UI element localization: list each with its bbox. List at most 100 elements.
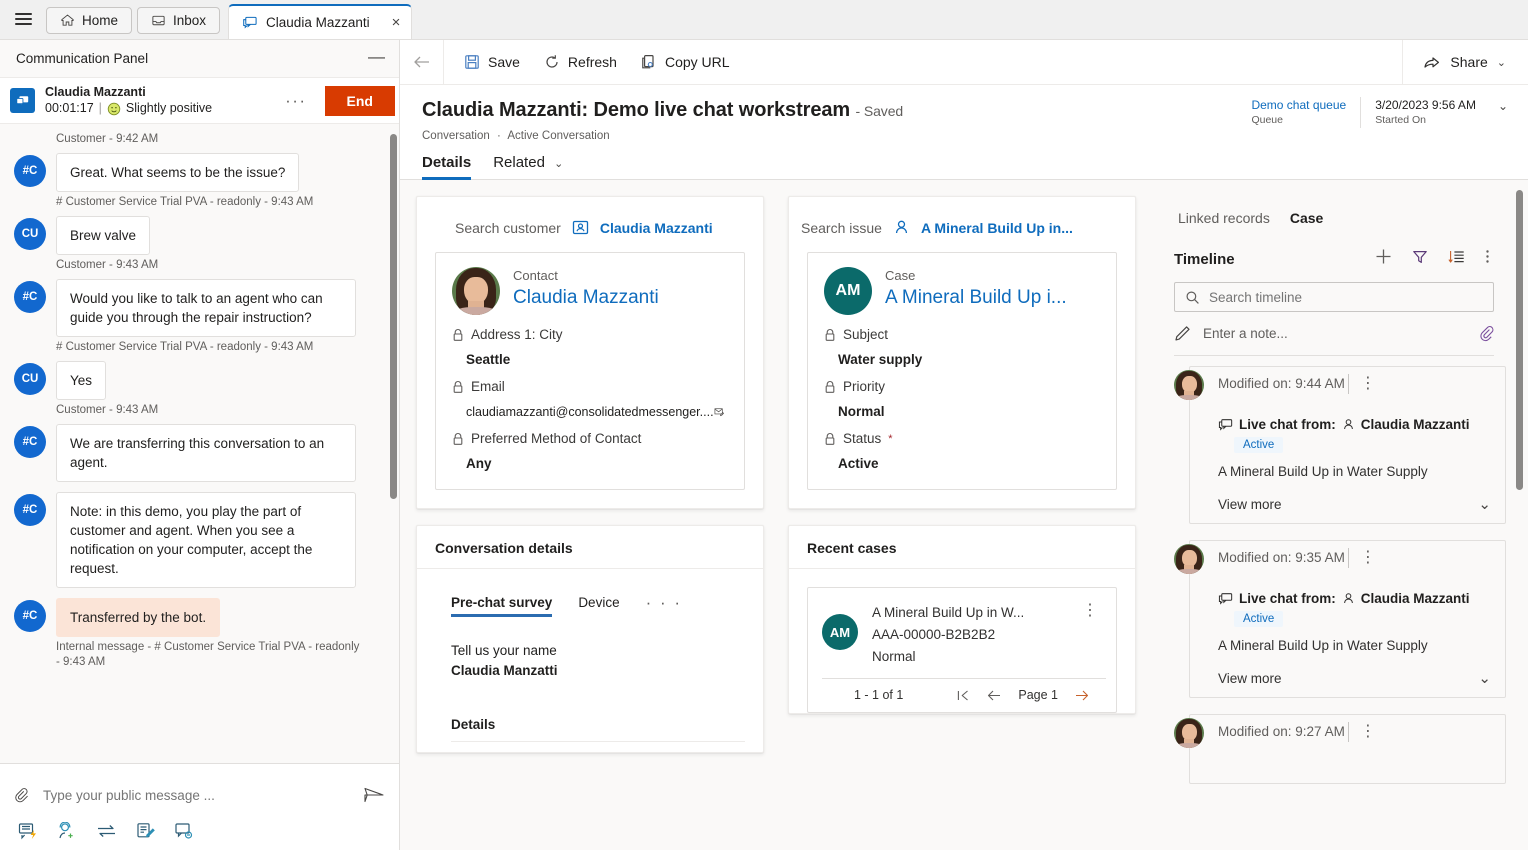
recent-cases-pager: 1 - 1 of 1 Page 1 bbox=[822, 678, 1106, 712]
search-customer-value[interactable]: Claudia Mazzanti bbox=[600, 220, 713, 236]
view-more-label: View more bbox=[1218, 496, 1282, 512]
timeline-view-more[interactable]: View more ⌄ bbox=[1218, 495, 1491, 513]
notes-icon[interactable] bbox=[136, 822, 155, 840]
timeline-from-name[interactable]: Claudia Mazzanti bbox=[1361, 417, 1470, 432]
share-button[interactable]: Share ⌄ bbox=[1402, 39, 1528, 85]
queue-value[interactable]: Demo chat queue bbox=[1251, 97, 1346, 113]
field-value[interactable]: Active bbox=[838, 456, 879, 471]
nav-tab-home[interactable]: Home bbox=[46, 7, 133, 34]
message-input[interactable] bbox=[43, 787, 351, 803]
pager-count: 1 - 1 of 1 bbox=[854, 688, 904, 702]
timeline-search-box[interactable] bbox=[1174, 282, 1494, 312]
linked-conversation-icon[interactable] bbox=[174, 822, 194, 840]
recent-case-more-button[interactable]: ⋮ bbox=[1082, 602, 1106, 619]
case-name-link[interactable]: A Mineral Build Up i... bbox=[885, 285, 1067, 311]
save-button[interactable]: Save bbox=[464, 54, 520, 70]
save-label: Save bbox=[488, 54, 520, 70]
transfer-icon[interactable] bbox=[96, 823, 117, 839]
email-icon[interactable] bbox=[714, 404, 724, 419]
tab-related-label: Related bbox=[493, 154, 545, 171]
conversation-sentiment-label: Slightly positive bbox=[125, 101, 213, 115]
field-value[interactable]: Seattle bbox=[466, 352, 510, 367]
composer-toolbar bbox=[14, 816, 385, 850]
view-more-label: View more bbox=[1218, 670, 1282, 686]
field-address-city: Address 1: City Seattle bbox=[452, 327, 728, 367]
lock-icon bbox=[825, 328, 835, 341]
breadcrumb-view[interactable]: Active Conversation bbox=[507, 130, 609, 142]
contact-name-link[interactable]: Claudia Mazzanti bbox=[513, 285, 659, 311]
close-tab-button[interactable]: × bbox=[392, 15, 401, 30]
search-timeline-input[interactable] bbox=[1209, 289, 1483, 305]
timeline-note-row[interactable]: Enter a note... bbox=[1174, 312, 1494, 356]
tab-details[interactable]: Details bbox=[422, 154, 472, 180]
tab-pre-chat-survey[interactable]: Pre-chat survey bbox=[451, 595, 553, 617]
conversation-more-button[interactable]: ··· bbox=[277, 91, 314, 111]
timeline-title: Timeline bbox=[1174, 250, 1235, 268]
paperclip-icon[interactable] bbox=[1479, 325, 1494, 342]
refresh-button[interactable]: Refresh bbox=[544, 54, 617, 70]
form-tabs: Details Related ⌄ bbox=[400, 142, 1528, 180]
field-label: Address 1: City bbox=[471, 327, 563, 342]
tab-related[interactable]: Related ⌄ bbox=[493, 154, 563, 179]
paperclip-icon[interactable] bbox=[14, 786, 31, 805]
timeline-entry-more-button[interactable]: ⋮ bbox=[1349, 376, 1376, 392]
timeline-entry-more-button[interactable]: ⋮ bbox=[1349, 550, 1376, 566]
queue-field: Demo chat queue Queue bbox=[1237, 97, 1360, 128]
list-item[interactable]: AM A Mineral Build Up in W... AAA-00000-… bbox=[807, 587, 1117, 713]
conversation-details-card: Conversation details Pre-chat survey Dev… bbox=[416, 525, 764, 753]
chat-message-list[interactable]: Customer - 9:42 AM #C Great. What seems … bbox=[0, 124, 399, 763]
lock-icon bbox=[453, 380, 463, 393]
timeline-filter-button[interactable] bbox=[1402, 249, 1438, 270]
field-value[interactable]: Any bbox=[466, 456, 492, 471]
consult-agent-icon[interactable] bbox=[57, 822, 77, 840]
timeline-entry-more-button[interactable]: ⋮ bbox=[1349, 724, 1376, 740]
minimize-panel-button[interactable]: — bbox=[368, 48, 385, 69]
field-value[interactable]: claudiamazzanti@consolidatedmessenger...… bbox=[466, 405, 714, 419]
avatar bbox=[1174, 370, 1204, 400]
message-bubble: Note: in this demo, you play the part of… bbox=[56, 492, 356, 588]
field-value[interactable]: Normal bbox=[838, 404, 885, 419]
tab-device[interactable]: Device bbox=[578, 595, 619, 617]
message-avatar: #C bbox=[14, 600, 46, 632]
search-issue-label: Search issue bbox=[801, 219, 882, 236]
field-value[interactable]: Water supply bbox=[838, 352, 922, 367]
end-conversation-button[interactable]: End bbox=[324, 85, 395, 116]
timeline-sort-button[interactable] bbox=[1438, 249, 1475, 270]
top-tab-strip: Home Inbox Claudia Mazzanti × bbox=[0, 0, 1528, 40]
timeline-more-button[interactable] bbox=[1475, 248, 1494, 270]
share-label: Share bbox=[1450, 54, 1488, 70]
timeline-view-more[interactable]: View more ⌄ bbox=[1218, 669, 1491, 687]
breadcrumb-separator: · bbox=[496, 130, 501, 142]
chevron-down-icon: ⌄ bbox=[554, 158, 564, 170]
timeline-add-button[interactable] bbox=[1365, 248, 1402, 270]
main-content-scrollbar[interactable] bbox=[1516, 190, 1523, 490]
search-issue-value[interactable]: A Mineral Build Up in... bbox=[921, 220, 1073, 236]
expand-header-chevron-icon[interactable]: ⌄ bbox=[1490, 97, 1510, 113]
recent-case-title: A Mineral Build Up in W... bbox=[872, 605, 1025, 620]
timeline-from-name[interactable]: Claudia Mazzanti bbox=[1361, 591, 1470, 606]
nav-tab-inbox[interactable]: Inbox bbox=[137, 7, 221, 34]
contact-type-label: Contact bbox=[513, 268, 558, 283]
conversation-details-overflow-button[interactable]: · · · bbox=[646, 593, 682, 617]
prev-page-icon[interactable] bbox=[986, 689, 1002, 702]
nav-tab-active-conversation[interactable]: Claudia Mazzanti × bbox=[228, 4, 413, 39]
next-page-icon[interactable] bbox=[1074, 689, 1090, 702]
chevron-down-icon[interactable]: ⌄ bbox=[1497, 56, 1506, 69]
copy-url-button[interactable]: Copy URL bbox=[641, 54, 730, 70]
search-customer-row: Search customer Claudia Mazzanti bbox=[417, 197, 763, 252]
recent-case-priority: Normal bbox=[872, 649, 916, 664]
field-label: Preferred Method of Contact bbox=[471, 431, 642, 446]
hamburger-menu-button[interactable] bbox=[0, 0, 46, 39]
breadcrumb-entity: Conversation bbox=[422, 130, 490, 142]
record-title-text: Claudia Mazzanti: Demo live chat workstr… bbox=[422, 99, 851, 121]
send-icon[interactable] bbox=[363, 785, 385, 805]
first-page-icon[interactable] bbox=[956, 689, 970, 702]
chevron-down-icon: ⌄ bbox=[1478, 496, 1491, 513]
quick-replies-icon[interactable] bbox=[18, 822, 38, 840]
form-columns: Search customer Claudia Mazzanti Contact… bbox=[400, 180, 1528, 850]
chat-scrollbar[interactable] bbox=[390, 134, 397, 499]
started-on-label: Started On bbox=[1375, 114, 1426, 126]
copy-url-icon bbox=[642, 55, 654, 69]
back-button[interactable] bbox=[400, 39, 444, 85]
linked-records-value[interactable]: Case bbox=[1290, 210, 1323, 226]
